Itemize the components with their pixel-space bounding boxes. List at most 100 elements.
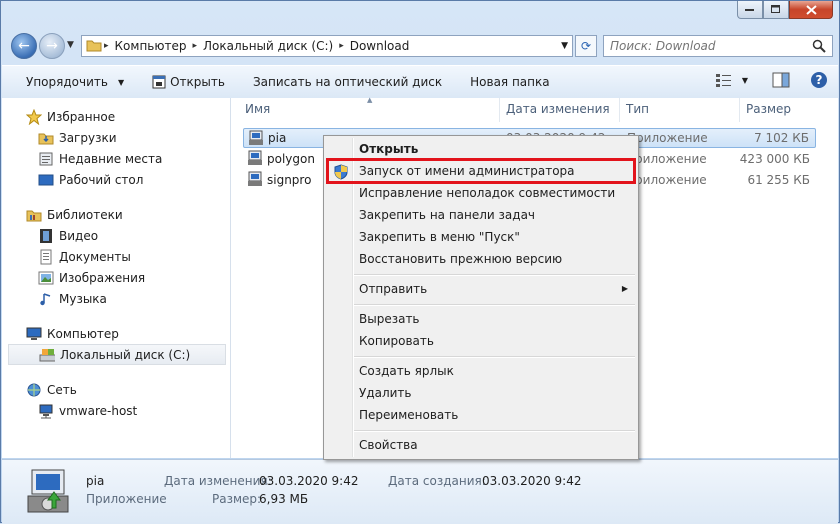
- breadcrumb-local-disk[interactable]: Локальный диск (C:): [199, 39, 337, 53]
- nav-label: Недавние места: [59, 151, 163, 166]
- network-group: Сеть vmware-host: [2, 379, 230, 421]
- nav-documents[interactable]: Документы: [2, 246, 230, 267]
- search-input[interactable]: [608, 38, 802, 54]
- minimize-button[interactable]: [737, 1, 763, 19]
- menu-separator: [354, 274, 635, 276]
- toolbar-right: ▼ ?: [715, 71, 828, 89]
- burn-button[interactable]: Записать на оптический диск: [239, 75, 456, 89]
- nav-label: Локальный диск (C:): [60, 347, 191, 362]
- nav-libraries[interactable]: Библиотеки: [2, 204, 230, 225]
- help-icon[interactable]: ?: [810, 71, 828, 89]
- recent-places-icon: [38, 151, 54, 167]
- minimize-icon: [745, 8, 754, 11]
- breadcrumb-download[interactable]: Download: [346, 39, 414, 53]
- forward-button[interactable]: →: [39, 33, 65, 59]
- menu-run-as-admin[interactable]: Запуск от имени администратора: [359, 164, 575, 178]
- submenu-arrow-icon: ▶: [621, 284, 628, 293]
- nav-recent-places[interactable]: Недавние места: [2, 148, 230, 169]
- search-box[interactable]: [603, 35, 833, 57]
- nav-label: Избранное: [47, 109, 116, 124]
- menu-send-to[interactable]: Отправить: [359, 282, 427, 296]
- column-divider[interactable]: [739, 98, 740, 122]
- menu-restore-previous[interactable]: Восстановить прежнюю версию: [359, 252, 562, 266]
- nav-label: Документы: [59, 249, 131, 264]
- file-type: Приложение: [627, 131, 708, 145]
- open-label: Открыть: [170, 75, 225, 89]
- refresh-button[interactable]: ⟳: [575, 35, 597, 57]
- column-divider[interactable]: [619, 98, 620, 122]
- address-bar[interactable]: ▸ Компьютер ▸ Локальный диск (C:) ▸ Down…: [81, 35, 573, 57]
- file-size: 7 102 КБ: [754, 131, 809, 145]
- nav-network[interactable]: Сеть: [2, 379, 230, 400]
- menu-copy[interactable]: Копировать: [359, 334, 434, 348]
- nav-label: Библиотеки: [47, 207, 123, 222]
- nav-label: vmware-host: [59, 403, 138, 418]
- svg-text:?: ?: [816, 73, 823, 87]
- folder-icon: [86, 38, 102, 55]
- nav-music[interactable]: Музыка: [2, 288, 230, 309]
- menu-troubleshoot-compat[interactable]: Исправление неполадок совместимости: [359, 186, 615, 200]
- details-file-type: Приложение: [86, 492, 167, 506]
- pictures-icon: [38, 270, 54, 286]
- menu-rename[interactable]: Переименовать: [359, 408, 458, 422]
- nav-desktop[interactable]: Рабочий стол: [2, 169, 230, 190]
- recent-pages-dropdown[interactable]: ▼: [67, 40, 74, 50]
- video-icon: [38, 228, 54, 244]
- menu-properties[interactable]: Свойства: [359, 438, 418, 452]
- new-folder-button[interactable]: Новая папка: [456, 75, 563, 89]
- maximize-icon: [771, 5, 780, 13]
- star-icon: [26, 108, 42, 125]
- nav-label: Видео: [59, 228, 99, 243]
- forward-arrow-icon: →: [46, 38, 58, 54]
- breadcrumb-arrow-icon: ▸: [192, 41, 197, 51]
- nav-pictures[interactable]: Изображения: [2, 267, 230, 288]
- nav-downloads[interactable]: Загрузки: [2, 127, 230, 148]
- computer-icon: [26, 326, 42, 342]
- nav-label: Рабочий стол: [59, 172, 144, 187]
- nav-local-disk[interactable]: Локальный диск (C:): [8, 344, 226, 365]
- documents-icon: [38, 249, 54, 265]
- column-date[interactable]: Дата изменения: [506, 102, 610, 116]
- back-button[interactable]: ←: [11, 33, 37, 59]
- close-icon: [805, 4, 817, 15]
- nav-label: Загрузки: [59, 130, 117, 145]
- nav-computer[interactable]: Компьютер: [2, 323, 230, 344]
- navigation-pane: Избранное Загрузки Недавние места Рабочи…: [2, 98, 231, 458]
- menu-cut[interactable]: Вырезать: [359, 312, 420, 326]
- details-modified-label: Дата изменения:: [164, 474, 272, 488]
- maximize-button[interactable]: [763, 1, 789, 19]
- new-folder-label: Новая папка: [470, 75, 550, 89]
- details-modified-value: 03.03.2020 9:42: [259, 474, 359, 488]
- burn-label: Записать на оптический диск: [252, 75, 443, 89]
- organize-button[interactable]: Упорядочить ▼: [2, 75, 138, 89]
- sort-ascending-icon: ▲: [367, 96, 373, 104]
- nav-favorites[interactable]: Избранное: [2, 106, 230, 127]
- nav-vmware-host[interactable]: vmware-host: [2, 400, 230, 421]
- view-options-icon[interactable]: [715, 73, 732, 87]
- column-name[interactable]: Имя: [245, 102, 270, 116]
- menu-pin-start[interactable]: Закрепить в меню "Пуск": [359, 230, 520, 244]
- back-arrow-icon: ←: [18, 38, 30, 54]
- view-dropdown-icon[interactable]: ▼: [742, 76, 748, 85]
- breadcrumb-computer[interactable]: Компьютер: [111, 39, 191, 53]
- nav-label: Изображения: [59, 270, 146, 285]
- search-icon: [812, 39, 826, 53]
- menu-open[interactable]: Открыть: [359, 142, 418, 156]
- menu-pin-taskbar[interactable]: Закрепить на панели задач: [359, 208, 535, 222]
- address-row: ← → ▼ ▸ Компьютер ▸ Локальный диск (C:) …: [9, 31, 833, 61]
- desktop-icon: [38, 172, 54, 188]
- column-divider[interactable]: [499, 98, 500, 122]
- column-type[interactable]: Тип: [626, 102, 649, 116]
- menu-create-shortcut[interactable]: Создать ярлык: [359, 364, 454, 378]
- nav-videos[interactable]: Видео: [2, 225, 230, 246]
- preview-pane-icon[interactable]: [772, 72, 790, 88]
- close-button[interactable]: [789, 1, 833, 19]
- open-button[interactable]: Открыть: [138, 75, 239, 89]
- libraries-icon: [26, 207, 42, 223]
- address-dropdown-icon[interactable]: ▼: [561, 41, 568, 51]
- menu-separator: [354, 430, 635, 432]
- menu-delete[interactable]: Удалить: [359, 386, 412, 400]
- column-size[interactable]: Размер: [746, 102, 791, 116]
- breadcrumb-arrow-icon: ▸: [104, 41, 109, 51]
- nav-label: Сеть: [47, 382, 77, 397]
